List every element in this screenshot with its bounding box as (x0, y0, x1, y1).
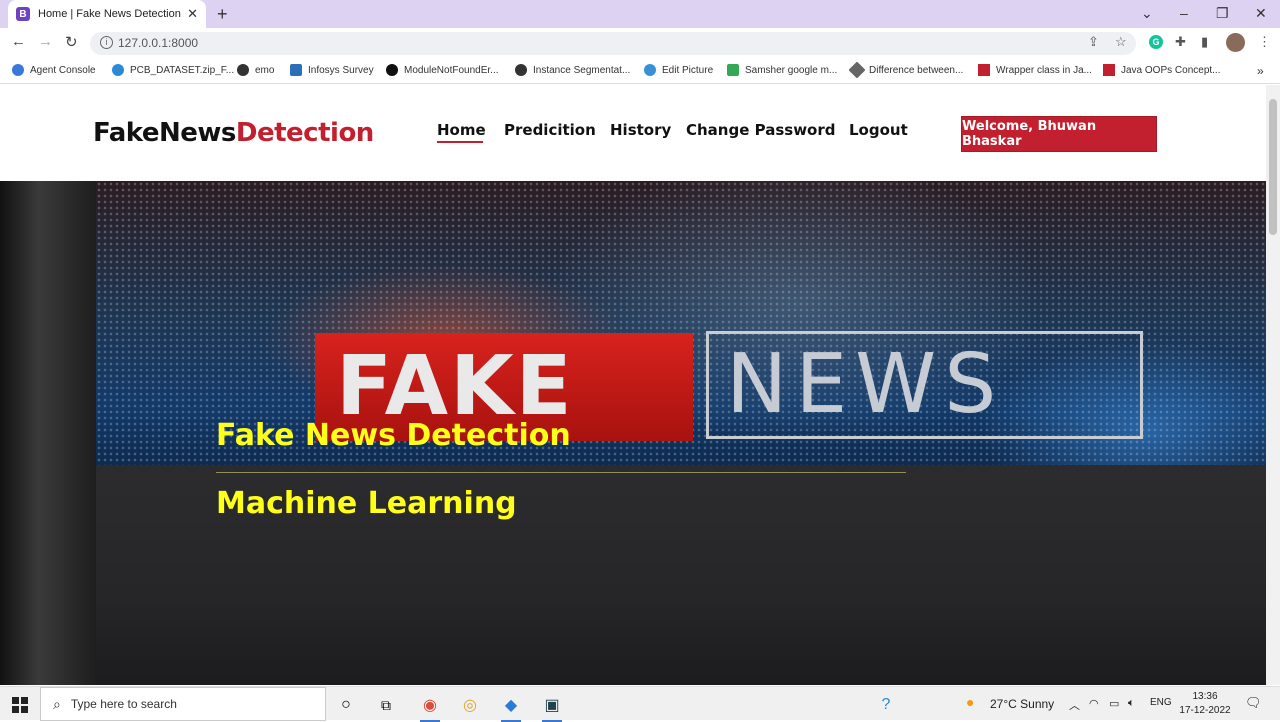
bookmark-star-icon[interactable]: ☆ (1115, 34, 1127, 50)
nav-logout[interactable]: Logout (849, 121, 908, 139)
tab-search-chevron-icon[interactable]: ⌄ (1141, 5, 1153, 22)
browser-toolbar: ← → ↻ i 127.0.0.1:8000 ⇪ ☆ G ✚ ▮ ⋮ (0, 28, 1280, 58)
clock-date: 17-12-2022 (1179, 705, 1231, 716)
site-info-icon[interactable]: i (100, 36, 113, 49)
chrome-taskbar-icon[interactable]: ◉ (418, 693, 442, 722)
bootstrap-favicon-icon: B (16, 7, 30, 21)
bookmark-item[interactable]: Java OOPs Concept... (1103, 64, 1221, 76)
new-tab-icon[interactable]: + (217, 4, 228, 25)
github-icon (386, 64, 398, 76)
taskbar-clock[interactable]: 13:36 17-12-2022 (1178, 690, 1232, 718)
nav-prediction[interactable]: Predicition (504, 121, 596, 139)
bookmark-favicon-icon (290, 64, 302, 76)
bookmark-item[interactable]: Instance Segmentat... (515, 64, 630, 76)
vscode-taskbar-icon[interactable]: ◆ (499, 693, 523, 722)
close-window-icon[interactable]: ✕ (1255, 5, 1267, 22)
bookmark-item[interactable]: Infosys Survey (290, 64, 374, 76)
battery-icon[interactable]: ▭ (1109, 697, 1119, 710)
bookmark-item[interactable]: Edit Picture (644, 64, 713, 76)
forward-icon[interactable]: → (38, 33, 53, 50)
reload-icon[interactable]: ↻ (65, 33, 78, 51)
browser-tab[interactable]: B Home | Fake News Detection ✕ (8, 0, 206, 28)
back-icon[interactable]: ← (11, 33, 26, 50)
bookmark-favicon-icon (12, 64, 24, 76)
address-bar[interactable]: i 127.0.0.1:8000 (90, 32, 1136, 55)
tab-title: Home | Fake News Detection (38, 8, 181, 20)
minimize-icon[interactable]: – (1180, 5, 1188, 21)
bookmark-item[interactable]: Difference between... (848, 61, 963, 79)
windows-start-icon[interactable] (12, 697, 28, 713)
weather-sun-icon: ● (966, 694, 975, 710)
bookmark-favicon-icon (237, 64, 249, 76)
share-icon[interactable]: ⇪ (1088, 34, 1099, 50)
hero-left-shade (0, 181, 96, 685)
hero-section: FAKE NEWS Fake News Detection Machine Le… (0, 181, 1266, 685)
url-text: 127.0.0.1:8000 (118, 36, 199, 50)
close-tab-icon[interactable]: ✕ (187, 6, 198, 22)
bookmark-favicon-icon (112, 64, 124, 76)
weather-text[interactable]: 27°C Sunny (990, 697, 1054, 711)
cortana-icon[interactable]: ○ (334, 693, 358, 717)
more-bookmarks-icon[interactable]: » (1257, 64, 1264, 78)
active-nav-indicator (437, 141, 483, 143)
show-hidden-icons-icon[interactable]: ︿ (1069, 697, 1080, 713)
profile-avatar[interactable] (1226, 33, 1245, 52)
welcome-user-button[interactable]: Welcome, Bhuwan Bhaskar (961, 116, 1157, 152)
bookmark-item[interactable]: ModuleNotFoundEr... (386, 64, 499, 76)
side-panel-icon[interactable]: ▮ (1201, 34, 1208, 50)
hero-title: Fake News Detection (216, 418, 571, 453)
wifi-icon[interactable]: ◠ (1089, 697, 1099, 710)
web-page: FakeNewsDetection Home Predicition Histo… (0, 85, 1266, 685)
site-logo[interactable]: FakeNewsDetection (93, 118, 374, 148)
bookmark-item[interactable]: PCB_DATASET.zip_F... (112, 64, 234, 76)
help-icon[interactable]: ? (874, 693, 898, 717)
terminal-taskbar-icon[interactable]: ▣ (540, 693, 564, 722)
search-placeholder: Type here to search (70, 697, 177, 711)
bookmark-favicon-icon (515, 64, 527, 76)
notification-icon[interactable]: 🗨︎ (1245, 695, 1262, 711)
maximize-icon[interactable]: ❐ (1216, 5, 1229, 22)
nav-change-password[interactable]: Change Password (686, 121, 836, 139)
bookmark-favicon-icon (1103, 64, 1115, 76)
hero-divider (216, 472, 906, 473)
taskbar-search-box[interactable]: ⌕ Type here to search (40, 687, 326, 721)
bookmark-favicon-icon (978, 64, 990, 76)
nav-home[interactable]: Home (437, 121, 486, 139)
extensions-puzzle-icon[interactable]: ✚ (1175, 34, 1186, 50)
search-icon: ⌕ (53, 695, 61, 712)
language-indicator[interactable]: ENG (1150, 697, 1172, 708)
volume-icon[interactable]: 🔈︎ (1128, 697, 1135, 710)
color-picker-taskbar-icon[interactable]: ◎ (458, 693, 482, 717)
bookmark-item[interactable]: emo (237, 64, 274, 76)
bookmark-item[interactable]: Samsher google m... (727, 64, 837, 76)
google-meet-icon (727, 64, 739, 76)
bookmark-item[interactable]: Wrapper class in Ja... (978, 64, 1092, 76)
browser-tab-strip: B Home | Fake News Detection ✕ + ⌄ – ❐ ✕ (0, 0, 1280, 28)
clock-time: 13:36 (1192, 691, 1218, 702)
windows-taskbar: ⌕ Type here to search ○ ⧉ ◉ ◎ ◆ ▣ ? ● 27… (0, 686, 1280, 722)
page-scrollbar[interactable] (1266, 85, 1280, 685)
nav-history[interactable]: History (610, 121, 671, 139)
grammarly-extension-icon[interactable]: G (1149, 35, 1163, 49)
scrollbar-thumb[interactable] (1269, 99, 1277, 235)
bookmark-favicon-icon (848, 61, 866, 79)
task-view-icon[interactable]: ⧉ (374, 693, 398, 717)
bookmarks-bar: Agent Console PCB_DATASET.zip_F... emo I… (0, 58, 1280, 84)
banner-news-text: NEWS (726, 337, 1005, 432)
hero-subtitle: Machine Learning (216, 486, 517, 521)
bookmark-favicon-icon (644, 64, 656, 76)
bookmark-item[interactable]: Agent Console (12, 64, 96, 76)
menu-kebab-icon[interactable]: ⋮ (1258, 34, 1271, 50)
